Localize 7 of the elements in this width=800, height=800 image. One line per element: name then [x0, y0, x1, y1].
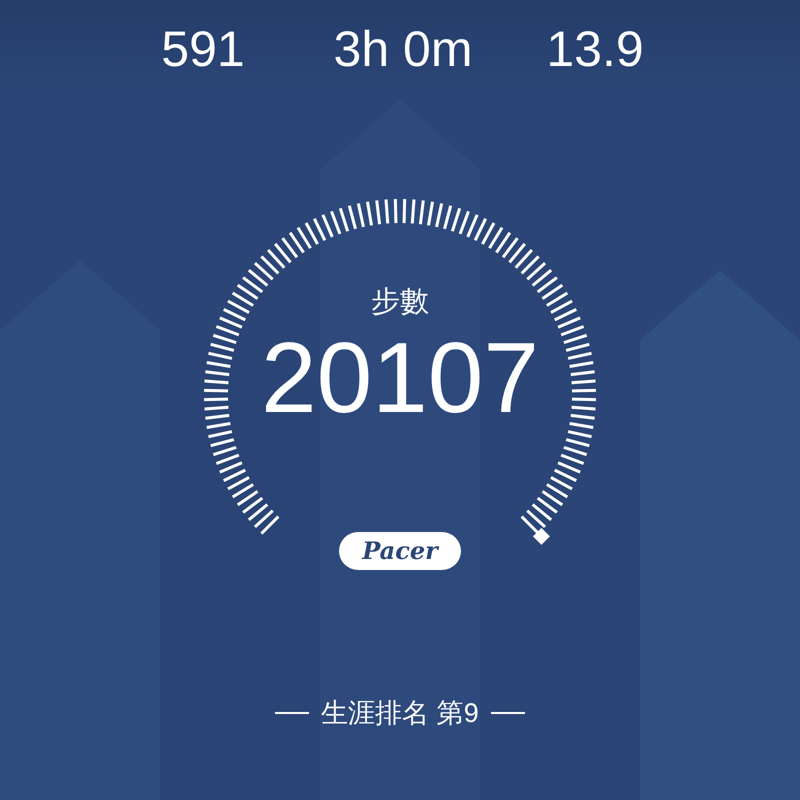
stat-value: 3h 0m — [334, 20, 472, 79]
app-logo: Pacer — [339, 532, 461, 570]
steps-count: 20107 — [260, 323, 540, 433]
steps-label: 步數 — [371, 285, 429, 319]
stat-value: 13.9 — [546, 20, 644, 79]
stat-value: 591 — [161, 20, 245, 79]
ranking-text: 生涯排名 第9 — [321, 697, 479, 730]
